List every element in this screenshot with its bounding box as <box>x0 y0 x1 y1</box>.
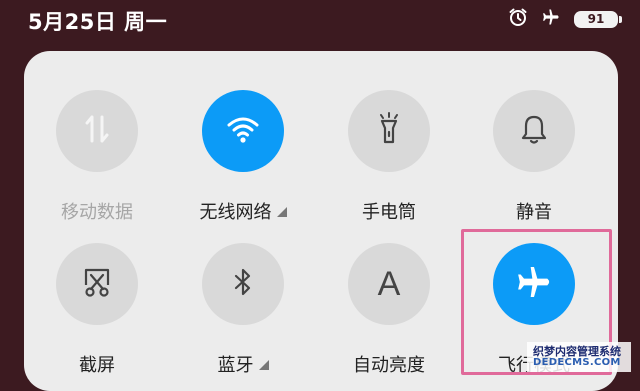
submenu-indicator-icon <box>276 207 287 217</box>
mobile-data-button[interactable] <box>56 90 138 172</box>
battery-level: 91 <box>587 12 605 26</box>
watermark-line2: DEDECMS.COM <box>533 357 621 368</box>
wifi-label-text: 无线网络 <box>199 202 272 223</box>
bluetooth-button[interactable] <box>202 243 284 325</box>
status-bar: 5月25日 周一 91 <box>0 0 640 40</box>
bell-icon <box>516 111 552 151</box>
battery-icon: 91 <box>574 10 622 28</box>
tile-mobile-data[interactable]: 移动数据 <box>27 68 167 223</box>
alarm-icon <box>508 7 528 31</box>
data-arrows-icon <box>79 111 115 151</box>
wifi-icon <box>223 109 263 153</box>
airplane-icon <box>540 7 562 31</box>
flashlight-button[interactable] <box>348 90 430 172</box>
tile-bluetooth[interactable]: 蓝牙 <box>173 221 313 376</box>
tile-mute[interactable]: 静音 <box>464 68 604 223</box>
tile-auto-brightness[interactable]: A 自动亮度 <box>319 221 459 376</box>
watermark: 织梦内容管理系统 DEDECMS.COM <box>527 342 631 372</box>
tile-wifi[interactable]: 无线网络 <box>173 68 313 223</box>
status-date: 5月25日 周一 <box>28 10 168 34</box>
screenshot-label: 截屏 <box>79 355 115 376</box>
tile-flashlight[interactable]: 手电筒 <box>319 68 459 223</box>
bluetooth-icon <box>226 265 260 303</box>
status-icons: 91 <box>508 7 622 31</box>
wifi-button[interactable] <box>202 90 284 172</box>
mute-button[interactable] <box>493 90 575 172</box>
bluetooth-label-text: 蓝牙 <box>217 355 254 376</box>
auto-brightness-label: 自动亮度 <box>353 355 425 376</box>
auto-brightness-button[interactable]: A <box>348 243 430 325</box>
flashlight-icon <box>371 111 407 151</box>
tile-screenshot[interactable]: 截屏 <box>27 221 167 376</box>
submenu-indicator-icon <box>258 360 269 370</box>
screenshot-scissors-icon <box>78 263 116 305</box>
auto-brightness-icon: A <box>377 265 401 303</box>
bluetooth-label: 蓝牙 <box>173 351 313 377</box>
screenshot-button[interactable] <box>56 243 138 325</box>
